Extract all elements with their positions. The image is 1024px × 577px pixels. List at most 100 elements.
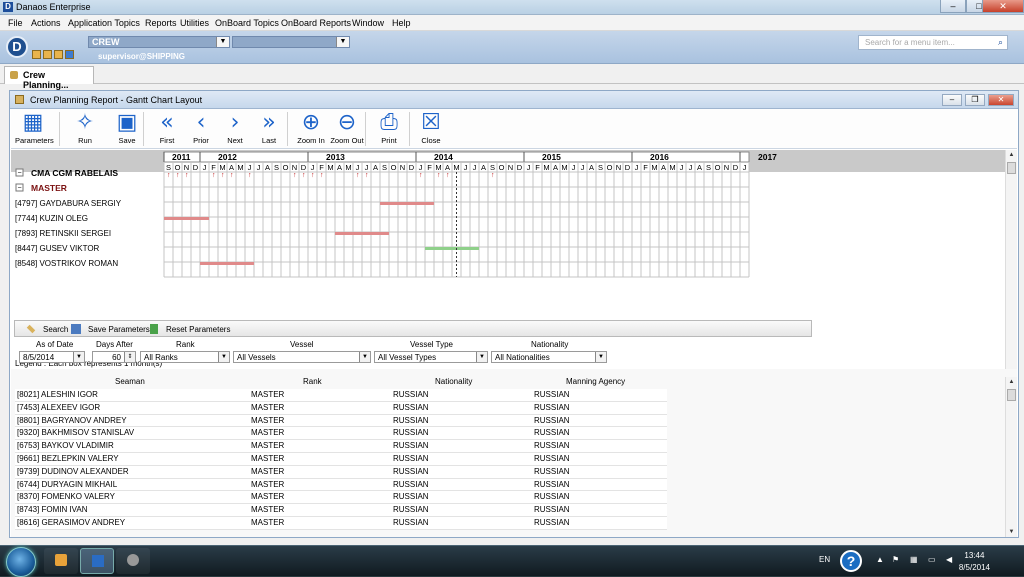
save-parameters-button[interactable]: Save Parameters [88,325,150,334]
last-button[interactable]: » Last [251,110,287,148]
next-icon: › [230,110,240,135]
table-cell: RUSSIAN [393,517,429,527]
seaman-table: Seaman Rank Nationality Manning Agency [… [11,369,1017,537]
module-selector[interactable]: CREW ▼ [88,36,230,48]
forward-icon[interactable] [65,50,74,59]
system-clock[interactable]: 13:44 8/5/2014 [959,550,990,574]
scroll-thumb[interactable] [1007,162,1016,174]
report-toolbar: ▦ Parameters ✧ Run ▣ Save «First ‹ Prior › Next» La… [11,109,1017,149]
table-row[interactable]: [8021] ALESHIN IGOR MASTER RUSSIAN RUSSIAN [15,389,667,402]
volume-icon[interactable]: ◀ [946,555,952,564]
network-icon[interactable]: ▦ [910,555,918,564]
chevron-down-icon[interactable]: ▼ [476,352,487,362]
reset-parameters-button[interactable]: Reset Parameters [166,325,230,334]
table-cell: MASTER [251,505,285,515]
column-header-rank[interactable]: Rank [303,377,322,386]
table-row[interactable]: [6744] DURYAGIN MIKHAIL MASTER RUSSIAN RUSS… [15,478,667,492]
menu-reports[interactable]: Reports [145,18,177,28]
zoom-out-button[interactable]: ⊖ Zoom Out [329,110,365,148]
chevron-down-icon[interactable]: ▼ [359,352,370,362]
menu-onboard-reports[interactable]: OnBoard Reports [281,18,351,28]
month-label: O [175,163,181,172]
flag-icon[interactable]: ⚑ [892,555,899,564]
table-row[interactable]: [8370] FOMENKO VALERY MASTER RUSSIAN RUSSIA… [15,491,667,505]
stepper-icon[interactable]: ⇕ [124,352,135,362]
menu-application-topics[interactable]: Application Topics [68,18,140,28]
menu-help[interactable]: Help [392,18,411,28]
month-label: A [697,163,702,172]
assignment-bar [335,232,389,235]
column-header-seaman[interactable]: Seaman [115,377,145,386]
parameters-button[interactable]: ▦ Parameters [15,110,54,148]
zoom-in-button[interactable]: ⊕ Zoom In [293,110,329,148]
danaos-task-icon[interactable] [80,548,114,574]
table-row[interactable]: [9739] DUDINOV ALEXANDER MASTER RUSSIAN RUS… [15,465,667,479]
search-button[interactable]: Search [43,325,68,334]
table-cell: RUSSIAN [534,402,570,412]
table-scrollbar[interactable]: ▲ ▼ [1005,377,1017,537]
danaos-logo-icon[interactable]: D [6,36,28,58]
month-label: A [445,163,450,172]
scroll-up-icon[interactable]: ▲ [1006,377,1017,387]
secondary-selector[interactable]: ▼ [232,36,350,48]
close-button[interactable]: ✕ [982,0,1024,13]
menu-search-input[interactable]: Search for a menu item... ⌕ [858,35,1008,50]
explorer-task-icon[interactable] [116,548,150,574]
start-button[interactable] [6,547,36,577]
minimize-button[interactable]: – [940,0,966,13]
menu-file[interactable]: File [8,18,23,28]
marker-flag-icon: ↑ [419,172,423,179]
calendar-dropdown-icon[interactable]: ▼ [73,352,84,362]
column-header-nationality[interactable]: Nationality [435,377,472,386]
days-after-stepper[interactable]: 60 ⇕ [92,351,136,363]
table-row[interactable]: [8801] BAGRYANOV ANDREY MASTER RUSSIAN RUSS… [15,414,667,428]
vessel-type-select[interactable]: All Vessel Types ▼ [374,351,488,363]
save-button[interactable]: ▣ Save [109,110,145,148]
table-row[interactable]: [6753] BAYKOV VLADIMIR MASTER RUSSIAN RUSSI… [15,440,667,453]
scroll-thumb[interactable] [1007,389,1016,401]
as-of-date-field[interactable]: 8/5/2014 ▼ [19,351,85,363]
report-close-button[interactable]: ✕ [988,94,1014,106]
menu-window[interactable]: Window [352,18,384,28]
month-label: A [589,163,594,172]
column-header-manning-agency[interactable]: Manning Agency [566,377,625,386]
show-hidden-icons-icon[interactable]: ▲ [876,555,884,564]
help-icon[interactable]: ? [840,550,862,572]
media-player-icon[interactable] [44,548,78,574]
table-row[interactable]: [8743] FOMIN IVAN MASTER RUSSIAN RUSSIAN [15,504,667,517]
table-row[interactable]: [8616] GERASIMOV ANDREY MASTER RUSSIAN RUSS… [15,516,667,530]
chevron-down-icon[interactable]: ▼ [218,352,229,362]
table-row[interactable]: [9661] BEZLEPKIN VALERY MASTER RUSSIAN RUSS… [15,452,667,466]
print-button[interactable]: ⎙ Print [371,110,407,148]
menu-onboard-topics[interactable]: OnBoard Topics [215,18,279,28]
scroll-up-icon[interactable]: ▲ [1006,150,1017,160]
first-button[interactable]: «First [149,110,185,148]
chevron-down-icon[interactable]: ▼ [336,37,349,47]
chevron-down-icon[interactable]: ▼ [595,352,606,362]
nationality-select[interactable]: All Nationalities ▼ [491,351,607,363]
table-row[interactable]: [7453] ALEXEEV IGOR MASTER RUSSIAN RUSSIAN [15,401,667,415]
scroll-down-icon[interactable]: ▼ [1006,527,1017,537]
report-restore-button[interactable]: ❐ [965,94,985,106]
menu-utilities[interactable]: Utilities [180,18,209,28]
year-label: 2016 [650,152,669,162]
report-minimize-button[interactable]: – [942,94,962,106]
document-icon[interactable] [32,50,41,59]
tab-crew-planning[interactable]: Crew Planning... [4,66,94,90]
display-icon[interactable]: ▭ [928,555,936,564]
calendar-icon[interactable] [43,50,52,59]
alert-icon[interactable] [54,50,63,59]
rank-select[interactable]: All Ranks ▼ [140,351,230,363]
next-button[interactable]: › Next [217,110,253,148]
language-indicator[interactable]: EN [819,555,830,564]
table-cell: [7453] ALEXEEV IGOR [17,402,101,412]
gantt-scrollbar[interactable]: ▲ ▼ [1005,150,1017,385]
menu-actions[interactable]: Actions [31,18,61,28]
run-button[interactable]: ✧ Run [67,110,103,148]
search-icon[interactable]: ⌕ [998,37,1003,48]
chevron-down-icon[interactable]: ▼ [216,37,229,47]
table-row[interactable]: [9320] BAKHMISOV STANISLAV MASTER RUSSIAN R… [15,427,667,441]
prior-button[interactable]: ‹ Prior [183,110,219,148]
vessel-select[interactable]: All Vessels ▼ [233,351,371,363]
close-button[interactable]: ☒ Close [413,110,449,148]
